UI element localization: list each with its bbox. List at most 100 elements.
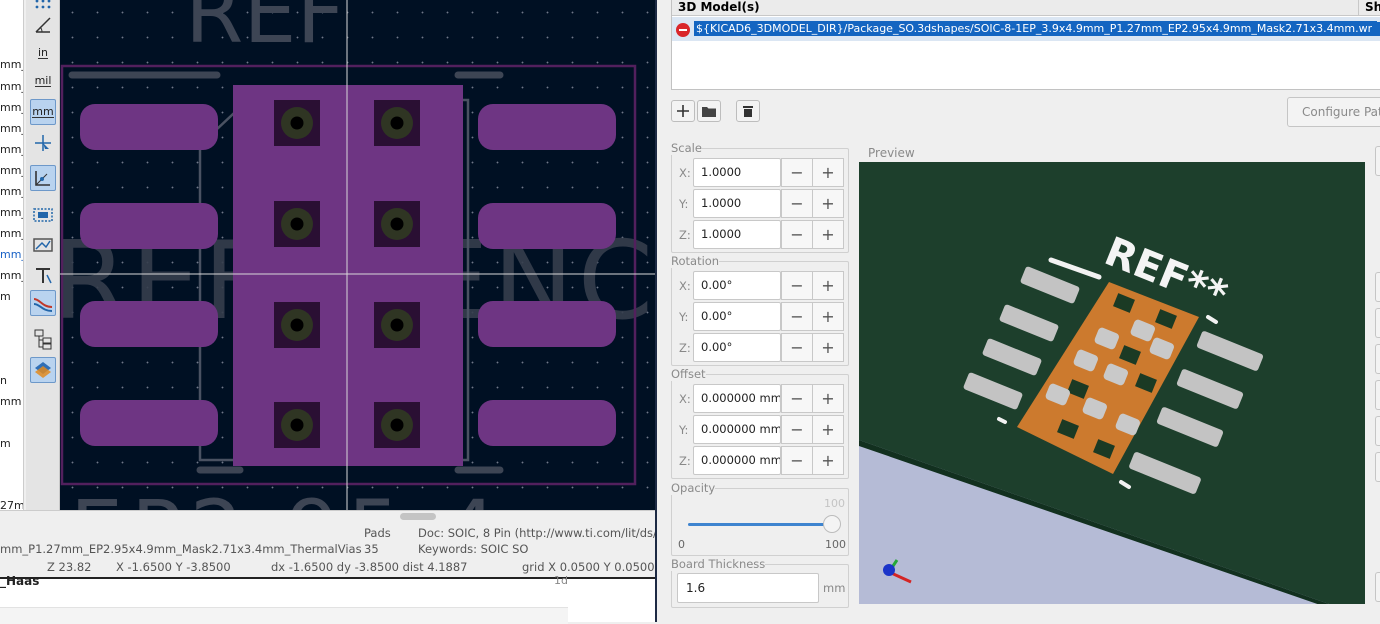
thermal-via[interactable] (374, 302, 420, 348)
pad-7[interactable] (478, 203, 616, 249)
thermal-via[interactable] (274, 402, 320, 448)
scale-z-label: Z: (679, 228, 691, 242)
rotation-z-increment[interactable]: + (812, 333, 844, 362)
scale-x-increment[interactable]: + (812, 158, 844, 187)
show-checkbox[interactable] (1372, 22, 1380, 36)
rotation-x-input[interactable]: 0.00° (693, 271, 781, 300)
footprint-canvas[interactable]: REF REFERENCE EP2.95 4 (60, 0, 655, 510)
opacity-max-faint: 100 (824, 497, 845, 510)
offset-x-increment[interactable]: + (812, 384, 844, 413)
scale-y-increment[interactable]: + (812, 189, 844, 218)
pad-8[interactable] (478, 104, 616, 150)
library-list-item[interactable]: mm_ (0, 58, 23, 71)
thermal-via[interactable] (274, 302, 320, 348)
configure-paths-button[interactable]: Configure Paths (1287, 97, 1380, 127)
rotation-z-decrement[interactable]: − (781, 333, 813, 362)
units-inch-button[interactable]: in (30, 40, 56, 66)
polar-coords-button[interactable] (30, 12, 56, 38)
scale-x-input[interactable]: 1.0000 (693, 158, 781, 187)
3d-models-table[interactable]: 3D Model(s) Show ${KICAD6_3DMODEL_DIR}/P… (671, 0, 1380, 90)
text-outline-button[interactable] (30, 262, 56, 288)
side-button[interactable] (1375, 572, 1380, 602)
offset-z-increment[interactable]: + (812, 446, 844, 475)
library-list-item[interactable]: mm_ (0, 206, 23, 219)
highlight-net-button[interactable] (30, 290, 56, 316)
status-delta: dx -1.6500 dy -3.8500 dist 4.1887 (271, 560, 468, 574)
footprint-tree-button[interactable] (30, 326, 56, 352)
side-button[interactable] (1375, 380, 1380, 410)
scale-x-decrement[interactable]: − (781, 158, 813, 187)
offset-x-input[interactable]: 0.000000 mm (693, 384, 781, 413)
browse-model-button[interactable] (697, 100, 721, 122)
pad-display-button[interactable] (30, 202, 56, 228)
side-button[interactable] (1375, 272, 1380, 302)
scale-y-input[interactable]: 1.0000 (693, 189, 781, 218)
rotation-y-increment[interactable]: + (812, 302, 844, 331)
library-list-item[interactable]: mm_ (0, 101, 23, 114)
library-list-item[interactable]: mm_ (0, 80, 23, 93)
units-mil-button[interactable]: mil (30, 68, 56, 94)
opacity-slider-handle[interactable] (823, 515, 841, 533)
graphics-outline-button[interactable] (30, 232, 56, 258)
canvas-scrollbar-thumb[interactable] (400, 513, 436, 520)
pad-6[interactable] (478, 301, 616, 347)
thermal-via[interactable] (374, 100, 420, 146)
offset-z-input[interactable]: 0.000000 mm (693, 446, 781, 475)
library-list-item[interactable]: mm (0, 395, 21, 408)
scale-z-increment[interactable]: + (812, 220, 844, 249)
model-row-selected[interactable]: ${KICAD6_3DMODEL_DIR}/Package_SO.3dshape… (672, 17, 1380, 41)
library-list-item[interactable]: n (0, 374, 7, 387)
library-list-item[interactable]: mm_ (0, 269, 23, 282)
pad-5[interactable] (478, 400, 616, 446)
column-header-model[interactable]: 3D Model(s) (672, 0, 1359, 16)
cursor-style-button[interactable] (30, 130, 56, 156)
column-header-show[interactable]: Show (1359, 0, 1380, 16)
rotation-y-decrement[interactable]: − (781, 302, 813, 331)
library-list-item[interactable]: mm_ (0, 122, 23, 135)
rotation-z-input[interactable]: 0.00° (693, 333, 781, 362)
library-list-item[interactable]: mm_ (0, 185, 23, 198)
side-button[interactable] (1375, 344, 1380, 374)
offset-z-decrement[interactable]: − (781, 446, 813, 475)
pad-4[interactable] (80, 400, 218, 446)
pad-2[interactable] (80, 203, 218, 249)
model-path-cell[interactable]: ${KICAD6_3DMODEL_DIR}/Package_SO.3dshape… (694, 21, 1378, 36)
opacity-slider-track[interactable] (688, 523, 836, 526)
offset-y-increment[interactable]: + (812, 415, 844, 444)
scale-z-decrement[interactable]: − (781, 220, 813, 249)
library-list-item[interactable]: mm_ (0, 164, 23, 177)
units-mm-button[interactable]: mm (30, 99, 56, 125)
rotation-y-input[interactable]: 0.00° (693, 302, 781, 331)
library-list-item[interactable]: m (0, 437, 11, 450)
rotation-x-decrement[interactable]: − (781, 271, 813, 300)
pad-1[interactable] (80, 104, 218, 150)
rotation-x-increment[interactable]: + (812, 271, 844, 300)
library-list-item[interactable]: mm_ (0, 143, 23, 156)
remove-model-button[interactable] (736, 100, 760, 122)
side-button[interactable] (1375, 308, 1380, 338)
library-list-item[interactable]: m (0, 290, 11, 303)
pad-3[interactable] (80, 301, 218, 347)
offset-y-label: Y: (679, 423, 689, 437)
offset-x-decrement[interactable]: − (781, 384, 813, 413)
layers-manager-button[interactable] (30, 357, 56, 383)
exposed-pad[interactable] (233, 85, 463, 466)
offset-y-input[interactable]: 0.000000 mm (693, 415, 781, 444)
scale-y-decrement[interactable]: − (781, 189, 813, 218)
thermal-via[interactable] (274, 100, 320, 146)
board-thickness-input[interactable]: 1.6 (677, 573, 819, 603)
side-button[interactable] (1375, 416, 1380, 446)
side-button[interactable] (1375, 146, 1380, 176)
library-list-item[interactable]: mm_ (0, 227, 23, 240)
add-model-button[interactable] (671, 100, 695, 122)
scale-z-input[interactable]: 1.0000 (693, 220, 781, 249)
thermal-via[interactable] (374, 201, 420, 247)
footprint-library-list[interactable]: mm_mm_mm_mm_mm_mm_mm_mm_mm_mm_mm_mnmmm27… (0, 0, 24, 525)
side-button[interactable] (1375, 452, 1380, 482)
thermal-via[interactable] (374, 402, 420, 448)
thermal-via[interactable] (274, 201, 320, 247)
3d-preview-viewport[interactable]: REF** (859, 162, 1365, 604)
offset-y-decrement[interactable]: − (781, 415, 813, 444)
library-list-item[interactable]: mm_ (0, 248, 23, 261)
local-coords-button[interactable] (30, 165, 56, 191)
